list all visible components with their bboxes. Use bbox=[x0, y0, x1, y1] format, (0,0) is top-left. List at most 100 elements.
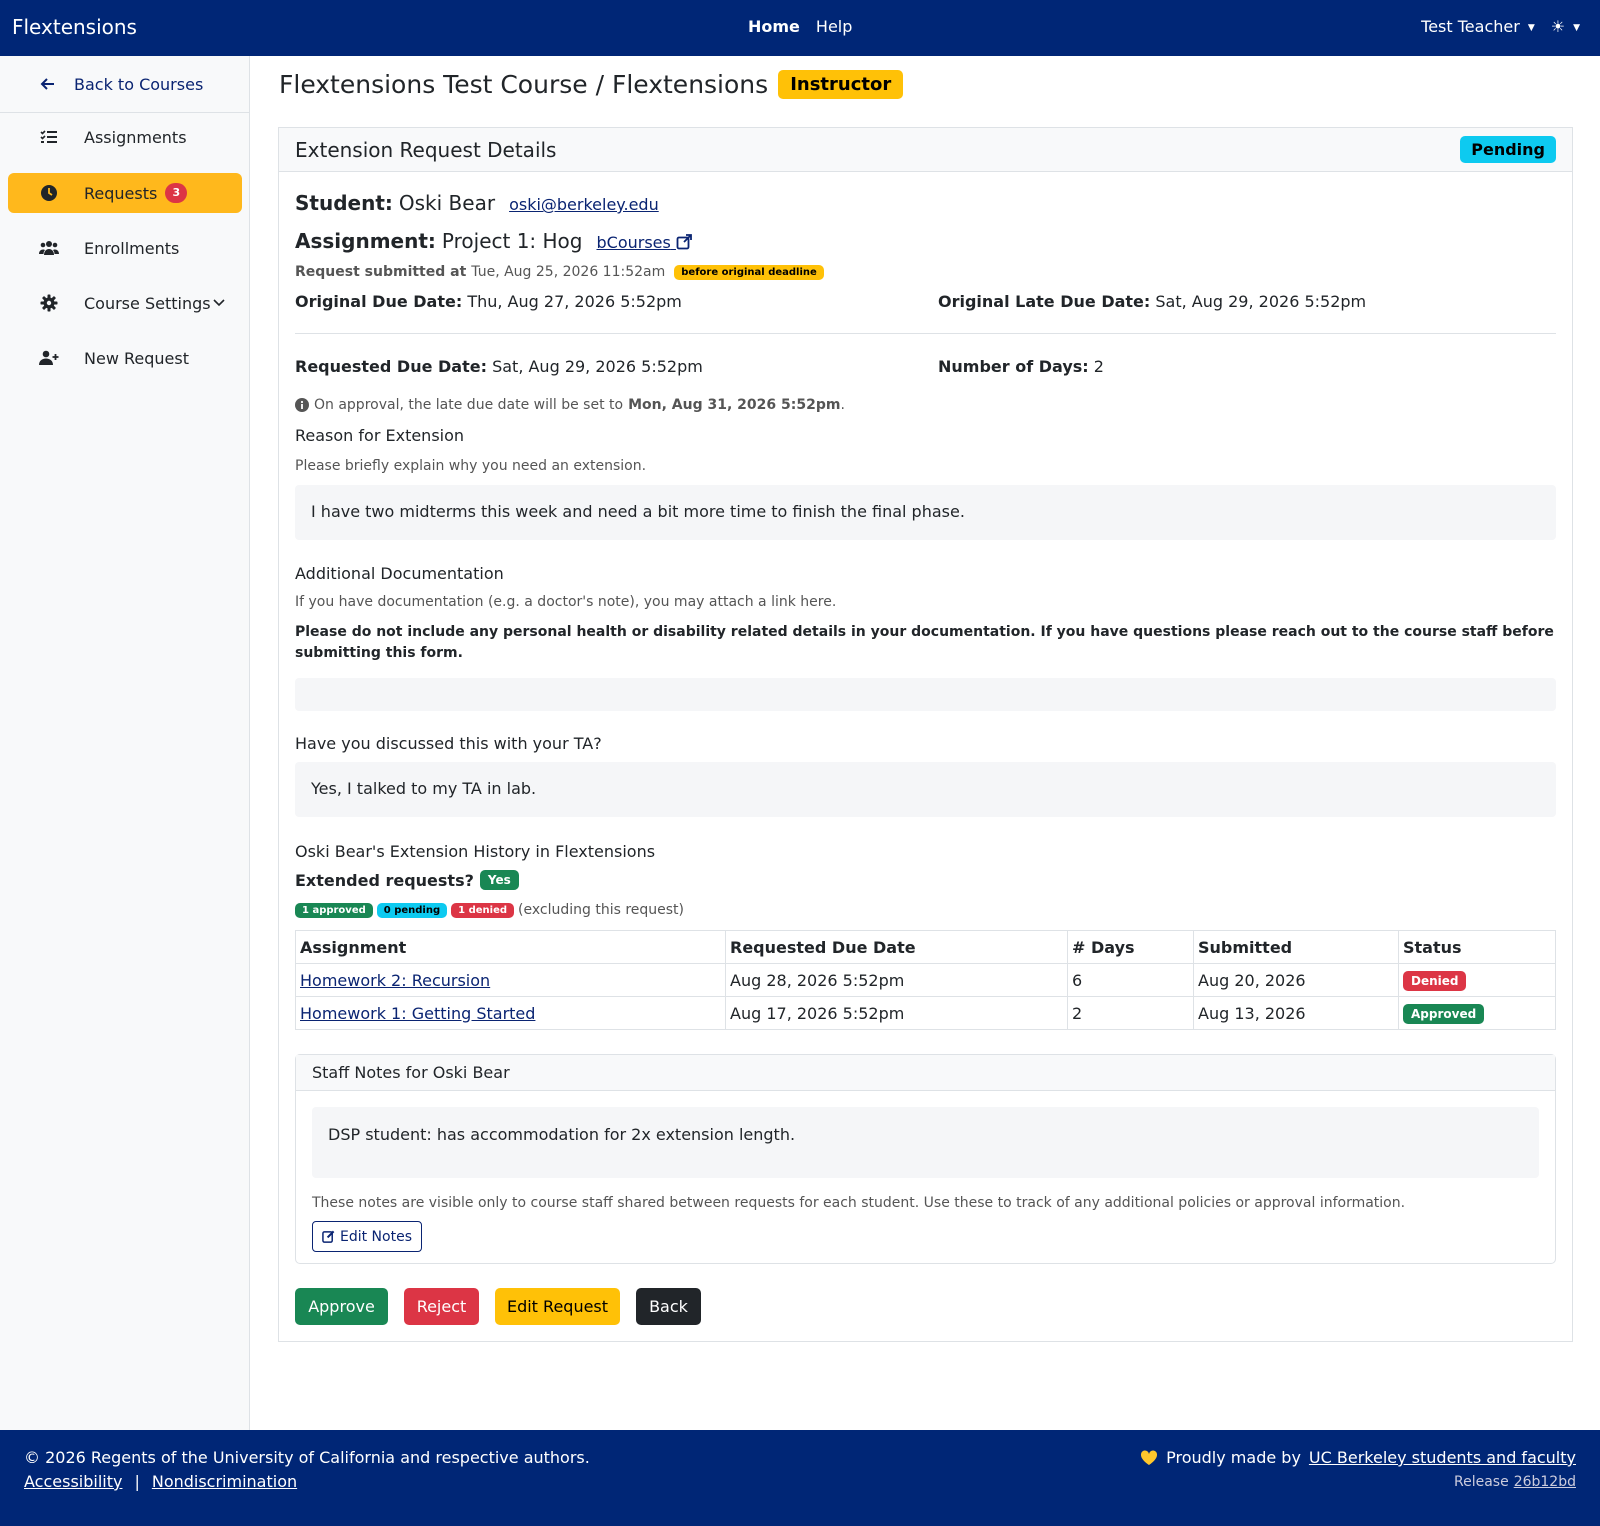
edit-notes-label: Edit Notes bbox=[340, 1228, 412, 1245]
table-row: Homework 1: Getting Started Aug 17, 2026… bbox=[295, 996, 1556, 1030]
submitted-at: Tue, Aug 25, 2026 11:52am bbox=[471, 264, 666, 280]
table-header-row: Assignment Requested Due Date # Days Sub… bbox=[295, 930, 1556, 964]
documentation-warning: Please do not include any personal healt… bbox=[295, 624, 1554, 661]
table-cell: Aug 13, 2026 bbox=[1193, 996, 1399, 1030]
original-due-value: Thu, Aug 27, 2026 5:52pm bbox=[467, 292, 682, 311]
denied-count-badge: 1 denied bbox=[451, 902, 515, 918]
sidebar-item-enrollments[interactable]: Enrollments bbox=[8, 228, 242, 268]
release-label: Release bbox=[1454, 1474, 1509, 1490]
table-cell: 2 bbox=[1067, 996, 1194, 1030]
column-header: Requested Due Date bbox=[725, 930, 1068, 964]
extended-label: Extended requests? bbox=[295, 870, 474, 890]
chevron-down-icon bbox=[213, 299, 225, 307]
release-link[interactable]: 26b12bd bbox=[1514, 1474, 1576, 1490]
history-title: Oski Bear's Extension History in Flexten… bbox=[295, 842, 656, 861]
reject-button[interactable]: Reject bbox=[404, 1288, 479, 1325]
staff-notes-header: Staff Notes for Oski Bear bbox=[296, 1055, 1555, 1091]
table-cell: Aug 28, 2026 5:52pm bbox=[725, 963, 1068, 997]
footer-separator: | bbox=[134, 1472, 140, 1491]
status-badge: Denied bbox=[1403, 970, 1467, 991]
back-to-courses-label: Back to Courses bbox=[74, 74, 204, 94]
approval-note-period: . bbox=[840, 397, 845, 413]
sidebar-item-label: New Request bbox=[84, 348, 189, 368]
history-assignment-link[interactable]: Homework 2: Recursion bbox=[300, 971, 490, 990]
made-by-link[interactable]: UC Berkeley students and faculty bbox=[1309, 1448, 1576, 1467]
page-title: Flextensions Test Course / Flextensions … bbox=[279, 70, 904, 99]
table-cell: 6 bbox=[1067, 963, 1194, 997]
back-to-courses-link[interactable]: Back to Courses bbox=[0, 56, 249, 113]
main-nav: Home Help bbox=[748, 17, 852, 36]
requests-count-badge: 3 bbox=[165, 183, 188, 203]
table-cell: Homework 1: Getting Started bbox=[295, 996, 726, 1030]
column-header: Submitted bbox=[1193, 930, 1399, 964]
original-late-due-label: Original Late Due Date: bbox=[938, 292, 1151, 311]
table-cell: Approved bbox=[1398, 996, 1556, 1030]
history-assignment-link[interactable]: Homework 1: Getting Started bbox=[300, 1004, 535, 1023]
number-of-days-value: 2 bbox=[1093, 357, 1104, 376]
sidebar-item-label: Course Settings bbox=[84, 293, 211, 313]
accessibility-link[interactable]: Accessibility bbox=[24, 1472, 122, 1491]
user-plus-icon bbox=[39, 350, 59, 366]
nav-home-link[interactable]: Home bbox=[748, 17, 800, 36]
requested-due-label: Requested Due Date: bbox=[295, 357, 487, 376]
bcourses-link[interactable]: bCourses bbox=[596, 233, 692, 252]
footer-links: Accessibility | Nondiscrimination bbox=[24, 1472, 297, 1491]
ta-question: Have you discussed this with your TA? bbox=[295, 734, 602, 753]
brand-logo[interactable]: Flextensions bbox=[12, 15, 137, 39]
extended-row: Extended requests? Yes bbox=[295, 870, 519, 890]
edit-notes-button[interactable]: Edit Notes bbox=[312, 1221, 422, 1252]
course-title: Flextensions Test Course / Flextensions bbox=[279, 70, 769, 99]
assignment-name: Project 1: Hog bbox=[441, 229, 583, 253]
original-late-due-value: Sat, Aug 29, 2026 5:52pm bbox=[1155, 292, 1367, 311]
number-of-days-label: Number of Days: bbox=[938, 357, 1089, 376]
sidebar-item-label: Requests bbox=[84, 183, 158, 203]
student-label: Student: bbox=[295, 191, 393, 215]
approval-note-text: On approval, the late due date will be s… bbox=[314, 397, 624, 413]
pending-count-badge: 0 pending bbox=[376, 902, 448, 918]
users-icon bbox=[39, 240, 59, 256]
student-row: Student: Oski Bear oski@berkeley.edu bbox=[295, 191, 659, 215]
release-info: Release 26b12bd bbox=[1454, 1474, 1576, 1490]
nav-help-link[interactable]: Help bbox=[816, 17, 852, 36]
user-menu-toggle[interactable]: Test Teacher ▼ bbox=[1421, 17, 1535, 36]
edit-request-button[interactable]: Edit Request bbox=[495, 1288, 620, 1325]
submitted-row: Request submitted at Tue, Aug 25, 2026 1… bbox=[295, 264, 824, 280]
info-icon bbox=[295, 398, 309, 412]
table-cell: Homework 2: Recursion bbox=[295, 963, 726, 997]
divider bbox=[295, 333, 1556, 334]
reason-text-box: I have two midterms this week and need a… bbox=[295, 485, 1556, 540]
sidebar-item-new-request[interactable]: New Request bbox=[8, 338, 242, 378]
theme-toggle[interactable]: ☀ ▼ bbox=[1551, 17, 1580, 36]
original-due-row: Original Due Date: Thu, Aug 27, 2026 5:5… bbox=[295, 292, 682, 311]
back-button[interactable]: Back bbox=[636, 1288, 701, 1325]
approved-count-badge: 1 approved bbox=[295, 902, 373, 918]
status-badge: Pending bbox=[1460, 136, 1556, 163]
approval-note-date: Mon, Aug 31, 2026 5:52pm bbox=[628, 397, 841, 413]
table-cell: Denied bbox=[1398, 963, 1556, 997]
approve-button[interactable]: Approve bbox=[295, 1288, 388, 1325]
user-name: Test Teacher bbox=[1421, 17, 1520, 36]
caret-down-icon: ▼ bbox=[1573, 23, 1580, 33]
sidebar-item-label: Enrollments bbox=[84, 238, 180, 258]
documentation-title: Additional Documentation bbox=[295, 564, 504, 583]
sidebar-item-assignments[interactable]: Assignments bbox=[8, 117, 242, 157]
caret-down-icon: ▼ bbox=[1527, 23, 1535, 33]
role-badge: Instructor bbox=[778, 70, 904, 99]
staff-notes-title: Staff Notes for Oski Bear bbox=[312, 1063, 510, 1082]
documentation-link-box bbox=[295, 678, 1556, 711]
requested-due-row: Requested Due Date: Sat, Aug 29, 2026 5:… bbox=[295, 357, 703, 376]
staff-notes-card: Staff Notes for Oski Bear DSP student: h… bbox=[295, 1054, 1556, 1264]
submitted-label: Request submitted at bbox=[295, 264, 467, 280]
deadline-badge: before original deadline bbox=[674, 264, 824, 280]
assignment-row: Assignment: Project 1: Hog bCourses bbox=[295, 229, 692, 253]
card-title: Extension Request Details bbox=[295, 137, 557, 162]
sidebar-item-requests[interactable]: Requests 3 bbox=[8, 173, 242, 213]
sidebar-item-course-settings[interactable]: Course Settings bbox=[8, 283, 242, 323]
student-email-link[interactable]: oski@berkeley.edu bbox=[509, 195, 659, 214]
assignment-label: Assignment: bbox=[295, 229, 436, 253]
sidebar-item-label: Assignments bbox=[84, 127, 187, 147]
staff-notes-box: DSP student: has accommodation for 2x ex… bbox=[312, 1107, 1539, 1178]
user-nav: Test Teacher ▼ ☀ ▼ bbox=[1421, 17, 1580, 36]
nondiscrimination-link[interactable]: Nondiscrimination bbox=[152, 1472, 297, 1491]
original-late-due-row: Original Late Due Date: Sat, Aug 29, 202… bbox=[938, 292, 1366, 311]
